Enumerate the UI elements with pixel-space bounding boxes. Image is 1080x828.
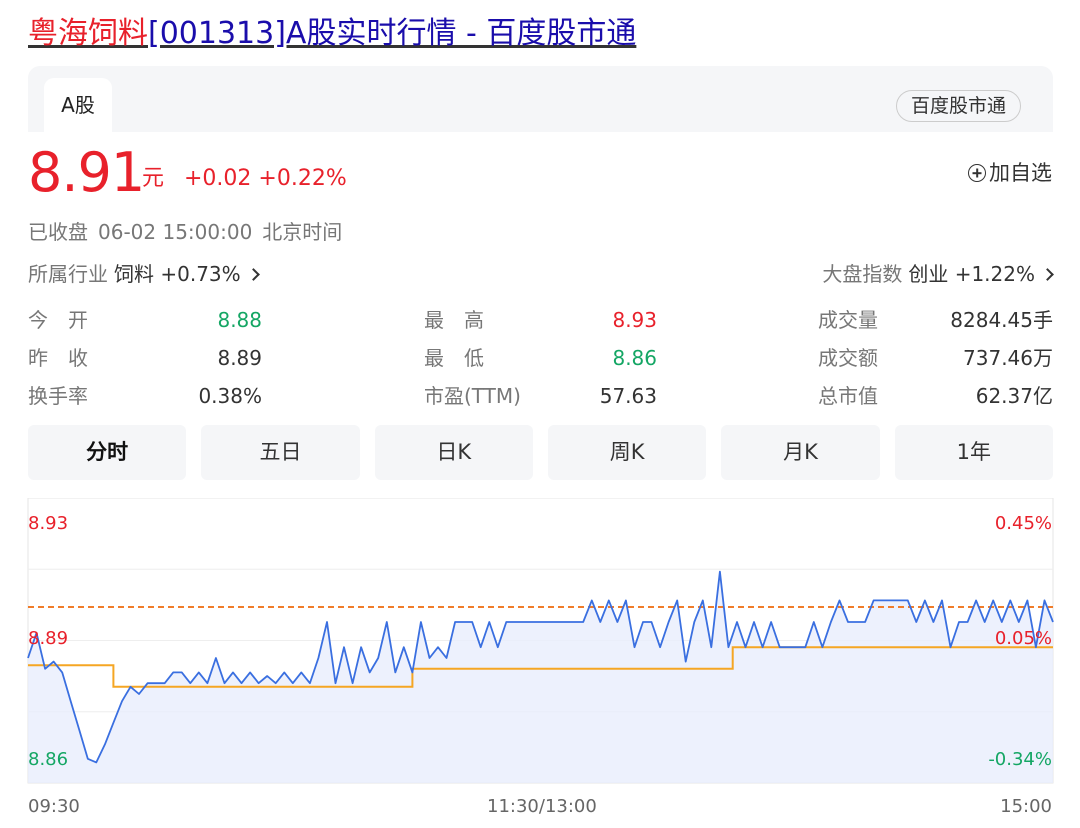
- y-label-right-low: -0.34%: [988, 749, 1052, 770]
- stat-open-value: 8.88: [217, 308, 262, 332]
- tab-five-day[interactable]: 五日: [201, 425, 360, 480]
- price-unit: 元: [142, 166, 165, 191]
- stat-low-label: 最 低: [424, 346, 484, 370]
- stat-turnover-rate-value: 0.38%: [198, 384, 262, 408]
- stock-name[interactable]: 粤海饲料: [28, 16, 148, 51]
- price-area-fill: [28, 571, 1053, 783]
- market-card-header: A股 百度股市通: [28, 66, 1053, 132]
- stat-prev-close-label: 昨 收: [28, 346, 88, 370]
- y-label-right-mid: 0.05%: [994, 628, 1052, 649]
- chevron-right-icon: [1041, 268, 1054, 281]
- plus-circle-icon: [968, 164, 986, 182]
- stat-pe-value: 57.63: [599, 384, 657, 408]
- stat-turnover-rate-label: 换手率: [28, 384, 88, 408]
- tab-monthly-k[interactable]: 月K: [721, 425, 880, 480]
- stats-row: 换手率 0.38% 市盈(TTM) 57.63 总市值 62.37亿: [28, 380, 1053, 418]
- stat-prev-close-value: 8.89: [217, 346, 262, 370]
- stat-pe-label: 市盈(TTM): [424, 384, 521, 408]
- market-index-label: 大盘指数: [822, 262, 903, 286]
- price-change: +0.02 +0.22%: [184, 166, 347, 191]
- market-index-link[interactable]: 大盘指数 创业 +1.22%: [822, 260, 1054, 288]
- y-label-left-mid: 8.89: [28, 628, 69, 649]
- status-time: 06-02 15:00:00: [98, 220, 253, 244]
- stat-high-label: 最 高: [424, 308, 484, 332]
- status-zone: 北京时间: [262, 220, 343, 244]
- stat-open-label: 今 开: [28, 308, 88, 332]
- market-status: 已收盘 06-02 15:00:00 北京时间: [28, 218, 352, 246]
- y-label-left-high: 8.93: [28, 513, 69, 534]
- industry-link[interactable]: 所属行业 饲料 +0.73%: [28, 260, 260, 288]
- page-title-link[interactable]: 粤海饲料[001313]A股实时行情 - 百度股市通: [28, 14, 636, 54]
- status-state: 已收盘: [28, 220, 88, 244]
- x-label-open: 09:30: [28, 796, 80, 817]
- stat-volume-value: 8284.45手: [950, 308, 1053, 332]
- industry-label: 所属行业: [28, 262, 108, 286]
- x-label-close: 15:00: [1000, 796, 1052, 817]
- intraday-chart[interactable]: 8.93 8.89 8.86 0.45% 0.05% -0.34% 09:30 …: [0, 498, 1080, 828]
- tab-daily-k[interactable]: 日K: [374, 425, 533, 480]
- industry-value: 饲料 +0.73%: [114, 262, 241, 286]
- stat-market-cap-label: 总市值: [818, 384, 878, 408]
- add-watchlist-label: 加自选: [989, 161, 1052, 185]
- tab-weekly-k[interactable]: 周K: [547, 425, 707, 480]
- stat-high-value: 8.93: [612, 308, 657, 332]
- source-badge[interactable]: 百度股市通: [895, 90, 1021, 122]
- title-rest[interactable]: [001313]A股实时行情 - 百度股市通: [148, 16, 636, 51]
- stats-row: 今 开 8.88 最 高 8.93 成交量 8284.45手: [28, 304, 1053, 342]
- chevron-right-icon: [246, 268, 260, 281]
- stat-low-value: 8.86: [612, 346, 657, 370]
- intraday-chart-svg: [27, 498, 1054, 784]
- add-watchlist-button[interactable]: 加自选: [968, 158, 1052, 188]
- period-tabs: 分时 五日 日K 周K 月K 1年: [28, 425, 1053, 480]
- stats-row: 昨 收 8.89 最 低 8.86 成交额 737.46万: [28, 342, 1053, 380]
- y-label-right-high: 0.45%: [994, 513, 1052, 534]
- stat-volume-label: 成交量: [818, 308, 878, 332]
- tab-one-year[interactable]: 1年: [894, 425, 1053, 480]
- stat-turnover-amount-value: 737.46万: [963, 346, 1053, 370]
- current-price: 8.91: [28, 141, 145, 204]
- stat-turnover-amount-label: 成交额: [818, 346, 878, 370]
- market-index-value: 创业 +1.22%: [908, 262, 1035, 286]
- tab-intraday[interactable]: 分时: [28, 425, 187, 480]
- stat-market-cap-value: 62.37亿: [975, 384, 1053, 408]
- quote-stats-grid: 今 开 8.88 最 高 8.93 成交量 8284.45手 昨 收 8.89 …: [28, 304, 1053, 416]
- tab-a-share[interactable]: A股: [44, 78, 112, 132]
- x-label-midday: 11:30/13:00: [487, 796, 597, 817]
- y-label-left-low: 8.86: [28, 749, 69, 770]
